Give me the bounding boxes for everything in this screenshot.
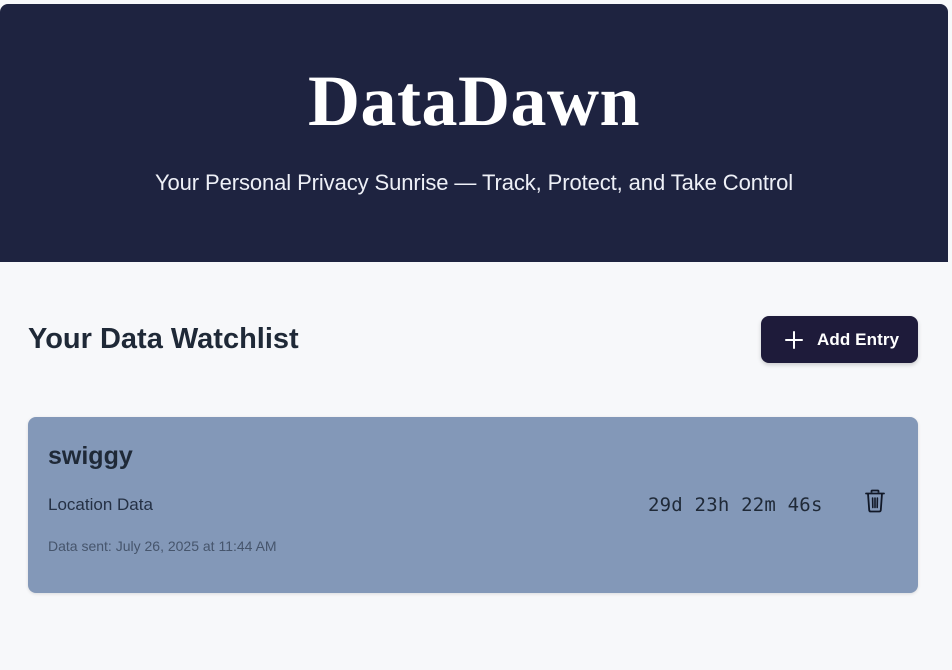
app-title: DataDawn [307,61,640,141]
entry-countdown: 29d 23h 22m 46s [648,494,823,516]
watchlist-entry-card: swiggy Location Data Data sent: July 26,… [28,417,918,593]
add-entry-label: Add Entry [817,329,900,349]
page: DataDawn Your Personal Privacy Sunrise —… [0,0,952,670]
entry-sent-date: July 26, 2025 at 11:44 AM [115,538,277,554]
entry-sent-prefix: Data sent: [48,538,112,554]
watchlist-title: Your Data Watchlist [28,323,299,355]
entry-name: swiggy [48,442,133,470]
add-entry-button[interactable]: Add Entry [761,316,918,363]
entry-sent-info: Data sent: July 26, 2025 at 11:44 AM [48,538,277,555]
plus-icon [783,329,805,351]
trash-icon [864,489,886,518]
delete-entry-button[interactable] [862,489,888,517]
entry-category: Location Data [48,495,153,514]
hero-header: DataDawn Your Personal Privacy Sunrise —… [0,4,948,262]
app-subtitle: Your Personal Privacy Sunrise — Track, P… [154,170,793,195]
